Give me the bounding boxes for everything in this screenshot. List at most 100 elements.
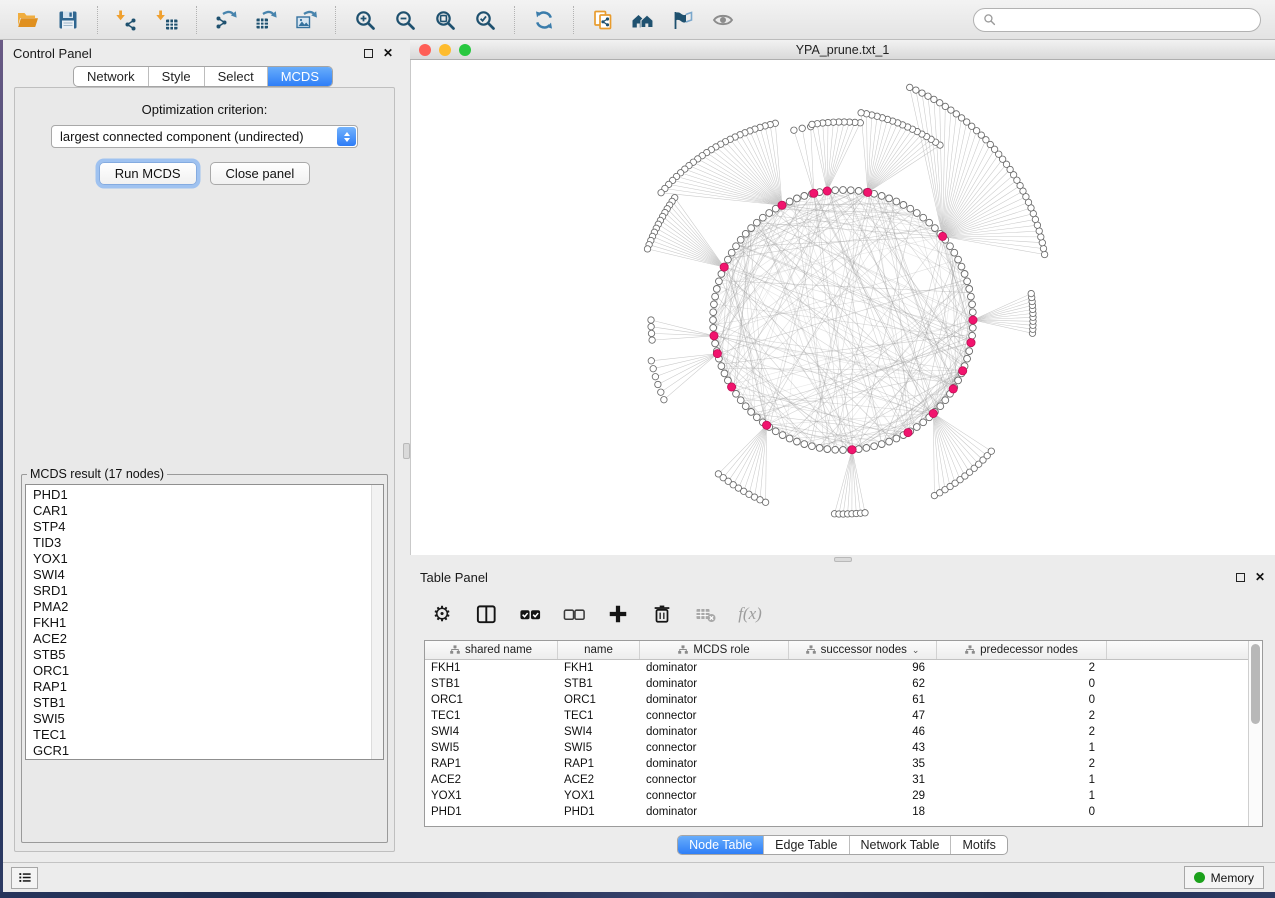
- table-scrollbar[interactable]: [1248, 641, 1262, 826]
- deselect-all-rows-button[interactable]: [556, 598, 592, 630]
- table-row[interactable]: FKH1FKH1dominator962: [425, 660, 1248, 676]
- cell-name[interactable]: SWI4: [558, 724, 640, 740]
- list-item[interactable]: GCR1: [33, 743, 371, 759]
- apply-layout-button[interactable]: [524, 4, 564, 36]
- cell-name[interactable]: ORC1: [558, 692, 640, 708]
- new-network-from-selection-button[interactable]: [583, 4, 623, 36]
- destroy-table-button[interactable]: [688, 598, 724, 630]
- cell-predecessors[interactable]: 1: [937, 772, 1107, 788]
- cell-name[interactable]: FKH1: [558, 660, 640, 676]
- export-table-button[interactable]: [246, 4, 286, 36]
- cell-role[interactable]: dominator: [640, 756, 789, 772]
- mcds-hub-node[interactable]: [713, 350, 721, 358]
- list-item[interactable]: STP4: [33, 519, 371, 535]
- table-row[interactable]: SWI5SWI5connector431: [425, 740, 1248, 756]
- column-header-successor-nodes[interactable]: successor nodes⌄: [789, 641, 937, 659]
- zoom-in-button[interactable]: [345, 4, 385, 36]
- cell-name[interactable]: STB1: [558, 676, 640, 692]
- first-neighbors-button[interactable]: [623, 4, 663, 36]
- network-nodes[interactable]: [644, 84, 1048, 517]
- cell-name[interactable]: PHD1: [558, 804, 640, 820]
- list-item[interactable]: TID3: [33, 535, 371, 551]
- column-header-MCDS-role[interactable]: MCDS role: [640, 641, 789, 659]
- column-header-predecessor-nodes[interactable]: predecessor nodes: [937, 641, 1107, 659]
- cell-successors[interactable]: 31: [789, 772, 937, 788]
- mcds-hub-node[interactable]: [823, 187, 831, 195]
- float-panel-icon[interactable]: [1236, 573, 1245, 582]
- list-item[interactable]: YOX1: [33, 551, 371, 567]
- search-field[interactable]: [973, 8, 1261, 32]
- cell-successors[interactable]: 46: [789, 724, 937, 740]
- table-row[interactable]: ORC1ORC1dominator610: [425, 692, 1248, 708]
- mcds-hub-node[interactable]: [848, 446, 856, 454]
- cell-shared[interactable]: ORC1: [425, 692, 558, 708]
- cell-successors[interactable]: 62: [789, 676, 937, 692]
- list-item[interactable]: TEC1: [33, 727, 371, 743]
- table-row[interactable]: PHD1PHD1dominator180: [425, 804, 1248, 820]
- cell-role[interactable]: connector: [640, 708, 789, 724]
- list-item[interactable]: STB5: [33, 647, 371, 663]
- select-all-rows-button[interactable]: [512, 598, 548, 630]
- tab-network[interactable]: Network: [74, 67, 148, 86]
- splitter-grip[interactable]: [403, 443, 410, 459]
- maximize-window-icon[interactable]: [459, 44, 471, 56]
- cell-predecessors[interactable]: 1: [937, 788, 1107, 804]
- mcds-hub-node[interactable]: [763, 421, 771, 429]
- cell-shared[interactable]: STB1: [425, 676, 558, 692]
- zoom-selected-button[interactable]: [465, 4, 505, 36]
- cell-role[interactable]: dominator: [640, 660, 789, 676]
- cell-predecessors[interactable]: 2: [937, 660, 1107, 676]
- list-item[interactable]: CAR1: [33, 503, 371, 519]
- cell-successors[interactable]: 96: [789, 660, 937, 676]
- cell-role[interactable]: connector: [640, 788, 789, 804]
- cell-role[interactable]: dominator: [640, 692, 789, 708]
- import-table-button[interactable]: [147, 4, 187, 36]
- table-row[interactable]: TEC1TEC1connector472: [425, 708, 1248, 724]
- mcds-hub-node[interactable]: [929, 409, 937, 417]
- cell-name[interactable]: RAP1: [558, 756, 640, 772]
- cell-role[interactable]: dominator: [640, 676, 789, 692]
- cell-name[interactable]: SWI5: [558, 740, 640, 756]
- mcds-hub-node[interactable]: [710, 332, 718, 340]
- cell-role[interactable]: dominator: [640, 804, 789, 820]
- cell-successors[interactable]: 47: [789, 708, 937, 724]
- cell-shared[interactable]: SWI5: [425, 740, 558, 756]
- cell-predecessors[interactable]: 1: [937, 740, 1107, 756]
- cell-predecessors[interactable]: 0: [937, 804, 1107, 820]
- cell-shared[interactable]: YOX1: [425, 788, 558, 804]
- list-item[interactable]: STB1: [33, 695, 371, 711]
- cell-successors[interactable]: 18: [789, 804, 937, 820]
- export-image-button[interactable]: [286, 4, 326, 36]
- mcds-hub-node[interactable]: [967, 339, 975, 347]
- cell-successors[interactable]: 35: [789, 756, 937, 772]
- run-mcds-button[interactable]: Run MCDS: [99, 162, 197, 185]
- show-graphics-details-button[interactable]: [703, 4, 743, 36]
- import-network-button[interactable]: [107, 4, 147, 36]
- tab-style[interactable]: Style: [148, 67, 204, 86]
- scrollbar-thumb[interactable]: [1251, 644, 1260, 724]
- cell-predecessors[interactable]: 2: [937, 724, 1107, 740]
- cell-predecessors[interactable]: 2: [937, 708, 1107, 724]
- cell-shared[interactable]: TEC1: [425, 708, 558, 724]
- tab-motifs[interactable]: Motifs: [950, 836, 1006, 854]
- column-header-shared-name[interactable]: shared name: [425, 641, 558, 659]
- mcds-hub-node[interactable]: [969, 316, 977, 324]
- close-panel-button[interactable]: Close panel: [210, 162, 311, 185]
- table-row[interactable]: YOX1YOX1connector291: [425, 788, 1248, 804]
- cell-predecessors[interactable]: 2: [937, 756, 1107, 772]
- cell-shared[interactable]: SWI4: [425, 724, 558, 740]
- splitter-grip[interactable]: [834, 557, 852, 562]
- cell-name[interactable]: TEC1: [558, 708, 640, 724]
- table-options-button[interactable]: ⚙: [424, 598, 460, 630]
- task-history-button[interactable]: [11, 867, 38, 889]
- close-panel-icon[interactable]: ✕: [1255, 571, 1265, 583]
- mcds-hub-node[interactable]: [959, 367, 967, 375]
- list-scrollbar[interactable]: [371, 485, 383, 759]
- list-item[interactable]: ORC1: [33, 663, 371, 679]
- float-panel-icon[interactable]: [364, 49, 373, 58]
- add-button[interactable]: [600, 598, 636, 630]
- table-row[interactable]: STB1STB1dominator620: [425, 676, 1248, 692]
- cell-role[interactable]: connector: [640, 772, 789, 788]
- list-item[interactable]: SWI4: [33, 567, 371, 583]
- mcds-hub-node[interactable]: [904, 429, 912, 437]
